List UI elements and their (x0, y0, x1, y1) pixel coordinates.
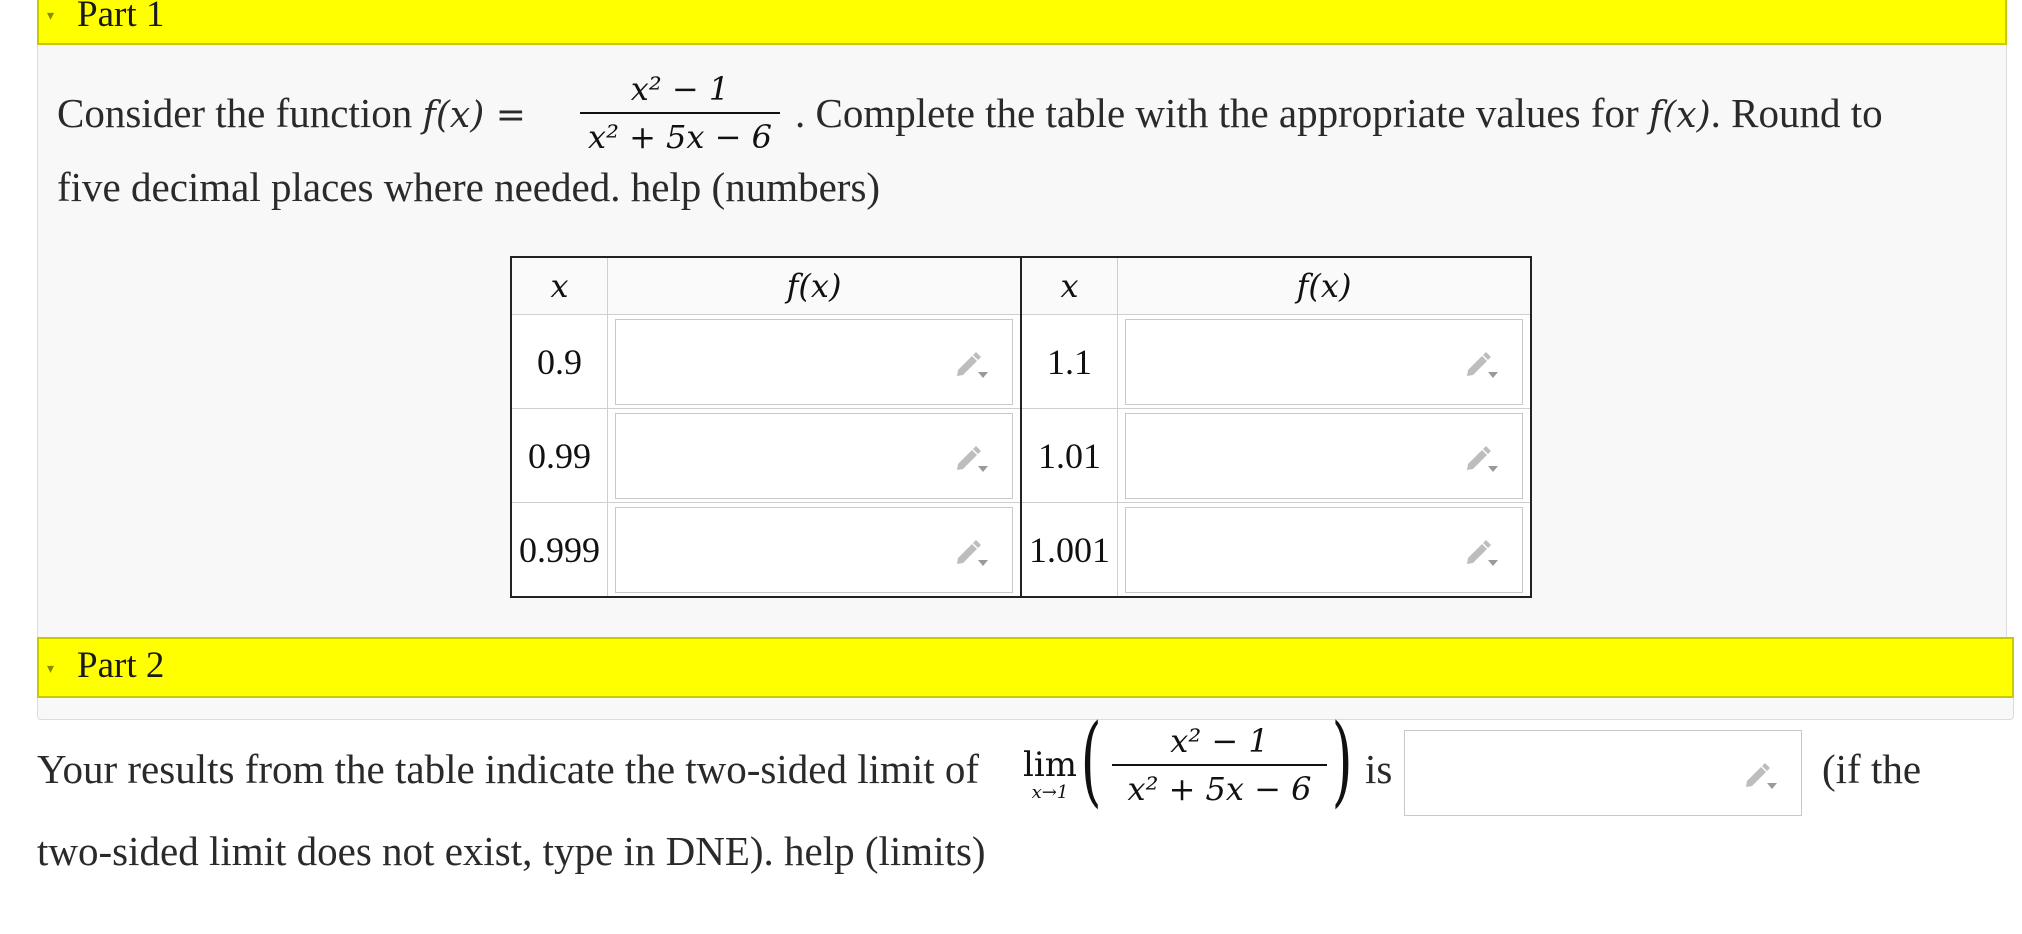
left-paren: ( (1080, 704, 1102, 818)
fx-answer-input[interactable] (615, 506, 1013, 593)
values-table: x f(x) x f(x) 0.9 1.1 0.99 1.01 0.999 1.… (510, 256, 1532, 598)
func-name: f(x) = (422, 95, 526, 136)
fx-cell (607, 502, 1022, 598)
x-value: 0.999 (510, 502, 608, 598)
is-label: is (1365, 746, 1393, 792)
pencil-dropdown-icon[interactable] (954, 348, 990, 380)
part1-intro-line1b: . Complete the table with the appropriat… (795, 89, 1883, 137)
table-row: 0.99 1.01 (510, 408, 1532, 503)
part2-fraction: x² − 1 x² + 5x − 6 (1112, 722, 1327, 808)
pencil-dropdown-icon[interactable] (1464, 442, 1500, 474)
pencil-dropdown-icon[interactable] (1464, 348, 1500, 380)
table-row: 0.999 1.001 (510, 502, 1532, 598)
limit-answer-input[interactable] (1404, 730, 1802, 816)
fraction-denominator: x² + 5x − 6 (1127, 770, 1312, 808)
x-value: 0.99 (510, 408, 608, 503)
part1-intro-line2: five decimal places where needed. help (… (57, 163, 880, 211)
fx-answer-input[interactable] (1125, 506, 1523, 593)
fx-answer-input[interactable] (615, 412, 1013, 499)
x-value: 1.001 (1020, 502, 1118, 598)
caret-down-icon: ▾ (47, 9, 55, 24)
pencil-dropdown-icon[interactable] (1743, 759, 1779, 791)
fraction-numerator: x² − 1 (580, 70, 780, 114)
fraction-denominator: x² + 5x − 6 (588, 118, 772, 156)
help-limits-link[interactable]: help (limits) (784, 828, 986, 874)
pencil-dropdown-icon[interactable] (954, 536, 990, 568)
header-fx-left: f(x) (607, 256, 1022, 315)
x-value: 1.01 (1020, 408, 1118, 503)
help-numbers-link[interactable]: help (numbers) (631, 164, 880, 210)
caret-down-icon: ▾ (47, 662, 55, 677)
limit-operator: lim x→1 (1018, 748, 1082, 803)
part2-line2: two-sided limit does not exist, type in … (37, 827, 986, 875)
header-fx-right: f(x) (1117, 256, 1532, 315)
fx-cell (1117, 314, 1532, 409)
table-header-row: x f(x) x f(x) (510, 256, 1532, 315)
intro-line2: five decimal places where needed. (57, 164, 621, 210)
table-row: 0.9 1.1 (510, 314, 1532, 409)
pencil-dropdown-icon[interactable] (954, 442, 990, 474)
header-x-right: x (1020, 256, 1118, 315)
part2-line2-text: two-sided limit does not exist, type in … (37, 828, 774, 874)
part1-intro-line1: Consider the function f(x) = (57, 89, 526, 137)
part1-fraction: x² − 1 x² + 5x − 6 (580, 70, 780, 156)
part1-header[interactable]: ▾ Part 1 (37, 0, 2007, 45)
intro-round: . Round to (1710, 90, 1883, 136)
x-value: 0.9 (510, 314, 608, 409)
intro-fx: f(x) (1648, 95, 1711, 136)
fx-cell (607, 314, 1022, 409)
part2-panel (37, 698, 2014, 720)
fx-answer-input[interactable] (1125, 318, 1523, 405)
part2-text-before: Your results from the table indicate the… (37, 746, 980, 792)
intro-before: Consider the function (57, 90, 413, 136)
right-paren: ) (1331, 704, 1353, 818)
x-value: 1.1 (1020, 314, 1118, 409)
pencil-dropdown-icon[interactable] (1464, 536, 1500, 568)
fx-cell (1117, 502, 1532, 598)
intro-after: . Complete the table with the appropriat… (795, 90, 1639, 136)
fx-answer-input[interactable] (1125, 412, 1523, 499)
fx-cell (607, 408, 1022, 503)
part2-header[interactable]: ▾ Part 2 (37, 637, 2014, 698)
fx-answer-input[interactable] (615, 318, 1013, 405)
part2-title: Part 2 (77, 645, 165, 686)
fx-cell (1117, 408, 1532, 503)
part1-title: Part 1 (77, 0, 165, 35)
lim-label: lim (1023, 745, 1077, 785)
fraction-numerator: x² − 1 (1112, 722, 1327, 766)
lim-subscript: x→1 (1031, 782, 1069, 803)
part2-text-after: (if the (1822, 746, 1922, 792)
header-x-left: x (510, 256, 608, 315)
